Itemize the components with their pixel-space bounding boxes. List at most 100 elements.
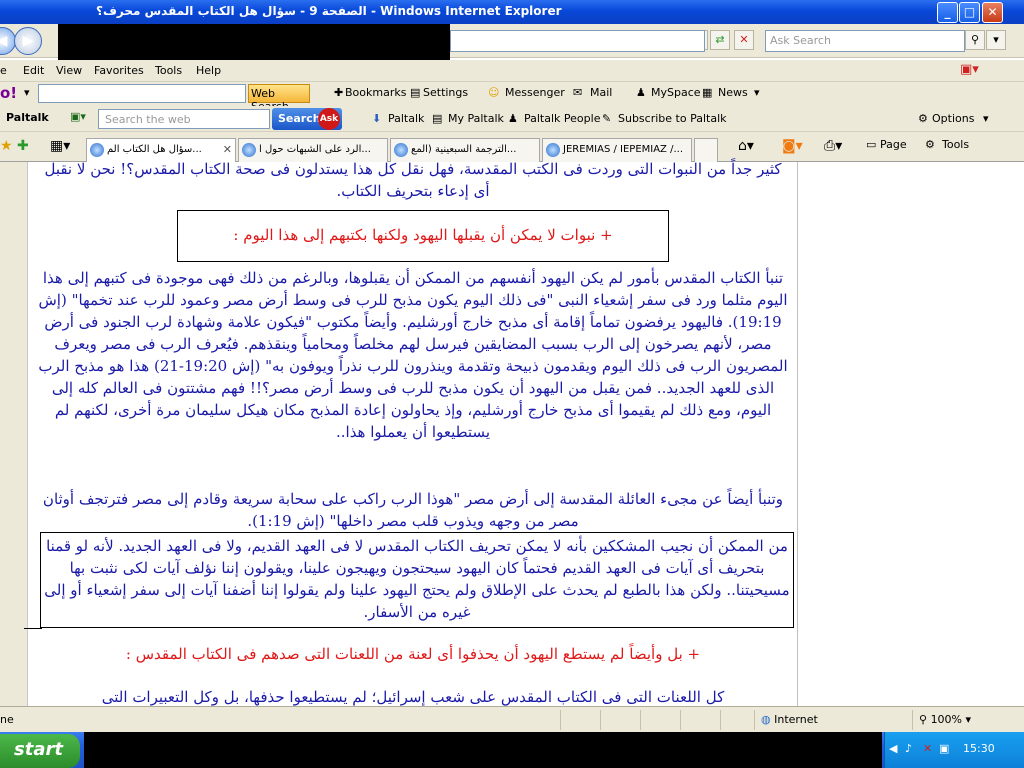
zoom-icon: ⚲ [919,713,928,726]
title-bar: الصفحة 9 - سؤال هل الكتاب المقدس محرف؟ -… [0,0,1024,24]
maximize-button[interactable]: □ [959,2,980,23]
mail-button[interactable]: Mail [590,86,612,99]
clock[interactable]: 15:30 [963,742,995,755]
yahoo-search-input[interactable] [38,84,246,103]
status-text: ne [0,713,14,726]
forward-icon[interactable]: ▶ [14,27,42,55]
redacted-taskbar-area [84,732,882,768]
paltalk-people-icon: ♟ [508,112,518,125]
yahoo-dropdown-icon[interactable]: ▾ [24,86,30,99]
mail-icon: ✉ [573,86,583,99]
menu-favorites[interactable]: Favorites [94,64,144,77]
menu-file[interactable]: e [0,64,7,77]
status-segment [680,710,720,730]
bookmarks-icon: ✚ [334,86,344,99]
options-dropdown-icon[interactable]: ▾ [983,112,989,125]
divider [24,628,42,629]
heading-curses: + بل وأيضاً لم يستطع اليهود أن يحذفوا أى… [125,645,701,663]
myspace-button[interactable]: MySpace [651,86,701,99]
zoom-control[interactable]: ⚲ 100% ▾ [912,710,1024,730]
favorites-star-icon[interactable]: ★ [0,138,13,154]
toolbar-tools-icon[interactable]: ▣▾ [960,62,979,77]
paltalk-search-input[interactable]: Search the web [98,109,270,129]
messenger-button[interactable]: Messenger [505,86,565,99]
menu-view[interactable]: View [56,64,82,77]
page-menu[interactable]: Page [880,138,907,151]
search-options-icon[interactable]: ▾ [986,30,1006,50]
zoom-dropdown-icon[interactable]: ▾ [966,713,972,726]
security-icon[interactable]: ✕ [923,742,932,755]
page-right-margin [799,162,1024,706]
tools-menu[interactable]: Tools [942,138,969,151]
status-segment [720,710,754,730]
paragraph-prophecies: تنبأ الكتاب المقدس بأمور لم يكن اليهود أ… [38,269,788,441]
menu-bar: e Edit View Favorites Tools Help ▣▾ [0,60,1024,82]
window-title: الصفحة 9 - سؤال هل الكتاب المقدس محرف؟ -… [96,4,562,18]
paragraph-curses: كل اللعنات التى فى الكتاب المقدس على شعب… [101,688,725,706]
paltalk-people-link[interactable]: Paltalk People [524,112,600,125]
volume-icon[interactable]: ♪ [905,742,912,755]
paragraph-partial-top: كثير جداً من النبوات التى وردت فى الكتب … [44,160,782,200]
zone-indicator[interactable]: ◍ Internet [754,710,912,730]
heading-prophecies: + نبوات لا يمكن أن يقبلها اليهود ولكنها … [233,226,613,244]
print-icon[interactable]: ⎙▾ [824,138,842,154]
refresh-icon[interactable]: ⇄ [710,30,730,50]
page-icon: ▭ [866,138,877,151]
web-search-button[interactable]: Web Search [248,84,310,113]
my-paltalk-link[interactable]: My Paltalk [448,112,504,125]
options-button[interactable]: Options [932,112,974,125]
paltalk-label: Paltalk [6,111,49,124]
paltalk-arrow-icon: ⬇ [372,112,382,125]
search-go-icon[interactable]: ⚲ [965,30,985,50]
yahoo-logo[interactable]: o! [0,84,17,102]
ie-page-icon [394,143,408,157]
ie-page-icon [90,143,104,157]
subscribe-link[interactable]: Subscribe to Paltalk [618,112,727,125]
stop-icon[interactable]: ✕ [734,30,754,50]
zone-label: Internet [774,713,818,726]
menu-tools[interactable]: Tools [155,64,182,77]
news-dropdown-icon[interactable]: ▾ [754,86,760,99]
tab-label: سؤال هل الكتاب الم... [107,144,202,155]
paltalk-link[interactable]: Paltalk [388,112,424,125]
network-icon[interactable]: ▣ [939,742,949,755]
minimize-button[interactable]: _ [937,2,958,23]
ask-search-input[interactable]: Ask Search [765,30,965,52]
close-button[interactable]: ✕ [982,2,1003,23]
address-input[interactable] [450,30,705,52]
options-icon: ⚙ [918,112,928,125]
menu-help[interactable]: Help [196,64,221,77]
menu-edit[interactable]: Edit [23,64,44,77]
tray-arrow-icon[interactable]: ◀ [889,742,897,755]
paragraph-holy-family: وتنبأ أيضاً عن مجىء العائلة المقدسة إلى … [42,490,784,530]
paltalk-logo-icon[interactable]: ▣▾ [70,110,86,123]
status-segment [600,710,640,730]
news-button[interactable]: News [718,86,748,99]
feeds-icon[interactable]: ◙▾ [782,138,803,154]
bookmarks-button[interactable]: Bookmarks [345,86,406,99]
add-favorites-icon[interactable]: ✚ [17,138,29,154]
home-icon[interactable]: ⌂▾ [738,138,754,154]
subscribe-icon: ✎ [602,112,612,125]
redacted-address-area [58,24,450,60]
status-segment [560,710,600,730]
start-label: start [14,739,63,760]
my-paltalk-icon: ▤ [432,112,443,125]
settings-icon: ▤ [410,86,421,99]
tools-icon: ⚙ [925,138,935,151]
boxed-paragraph: من الممكن أن نجيب المشككين بأنه لا يمكن … [44,537,790,621]
messenger-icon: ☺ [488,86,500,99]
ask-logo: Ask [318,108,340,130]
settings-button[interactable]: Settings [423,86,468,99]
status-bar: ne ◍ Internet ⚲ 100% ▾ [0,706,1024,732]
tab-label: الرد على الشبهات حول ا... [259,144,371,155]
page-left-margin [0,162,28,706]
quick-tabs-icon[interactable]: ▦▾ [50,138,70,154]
news-icon: ▦ [702,86,713,99]
tab-close-icon[interactable]: ✕ [223,143,232,156]
system-tray: ◀ ♪ ✕ ▣ 15:30 [884,732,1024,768]
ie-page-icon [546,143,560,157]
ie-page-icon [242,143,256,157]
start-button[interactable]: start [0,734,80,768]
zoom-level: 100% [930,713,963,726]
